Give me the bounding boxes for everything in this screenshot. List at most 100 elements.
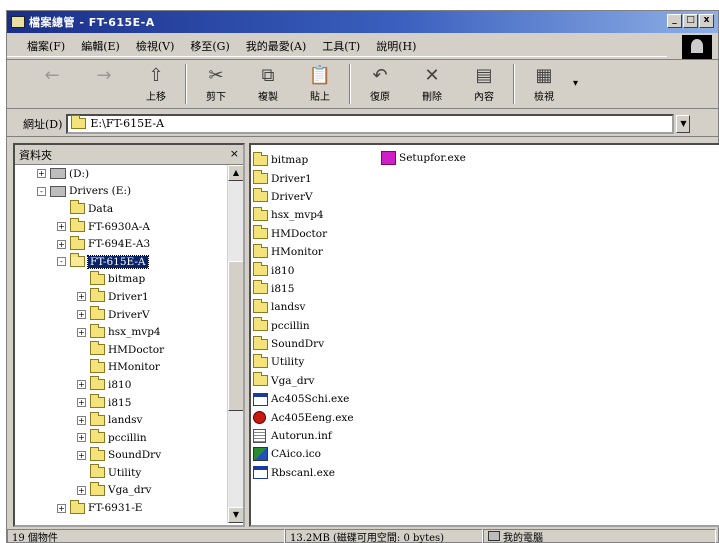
- expand-icon[interactable]: +: [57, 503, 66, 513]
- scroll-down-button[interactable]: ▼: [228, 507, 243, 523]
- list-item[interactable]: DriverV: [253, 188, 354, 206]
- back-button[interactable]: ←: [29, 64, 75, 102]
- maximize-button[interactable]: □: [683, 14, 698, 28]
- list-item[interactable]: i815: [253, 280, 354, 298]
- list-item[interactable]: Utility: [253, 353, 354, 371]
- title-bar[interactable]: 檔案總管 - FT-615E-A _ □ x: [7, 11, 718, 33]
- status-bar: 19 個物件 13.2MB (磁碟可用空間: 0 bytes) 我的電腦: [7, 528, 718, 543]
- tree-item-sounddrv[interactable]: + SoundDrv: [15, 446, 227, 465]
- expand-icon[interactable]: +: [77, 310, 86, 320]
- list-item[interactable]: Driver1: [253, 169, 354, 187]
- list-item[interactable]: Setupfor.exe: [381, 151, 466, 165]
- address-input[interactable]: E:\FT-615E-A: [66, 113, 675, 134]
- expand-icon[interactable]: +: [57, 222, 66, 232]
- tree-item-drivers-e[interactable]: - Drivers (E:): [15, 183, 227, 201]
- menu-favorites[interactable]: 我的最愛(A): [246, 38, 307, 54]
- copy-label: 複製: [258, 92, 278, 103]
- views-button[interactable]: ▦ 檢視: [521, 64, 567, 104]
- tree-item-ft-6931-e[interactable]: + FT-6931-E: [15, 499, 227, 517]
- folder-icon: [253, 243, 268, 258]
- minimize-button[interactable]: _: [667, 14, 682, 28]
- explorer-app-icon[interactable]: [11, 16, 25, 28]
- menu-help[interactable]: 說明(H): [376, 38, 416, 54]
- menu-go[interactable]: 移至(G): [190, 38, 229, 54]
- expand-icon[interactable]: +: [77, 433, 86, 443]
- expand-icon[interactable]: +: [77, 292, 86, 302]
- views-dropdown-icon[interactable]: ▾: [573, 78, 578, 89]
- list-item[interactable]: hsx_mvp4: [253, 206, 354, 224]
- address-dropdown-button[interactable]: ▼: [676, 114, 691, 133]
- close-panel-icon[interactable]: ×: [230, 147, 239, 160]
- collapse-icon[interactable]: -: [57, 257, 66, 267]
- collapse-icon[interactable]: -: [37, 186, 46, 196]
- list-item[interactable]: pccillin: [253, 317, 354, 335]
- list-item[interactable]: Ac405Schi.exe: [253, 390, 354, 408]
- toolbar-separator: [513, 64, 515, 104]
- tree-item-driverv[interactable]: + DriverV: [15, 306, 227, 324]
- list-item[interactable]: Ac405Eeng.exe: [253, 408, 354, 426]
- tree-item-hmdoctor[interactable]: HMDoctor: [15, 341, 227, 359]
- status-object-count: 19 個物件: [7, 528, 285, 543]
- cut-button[interactable]: ✂ 剪下: [193, 64, 239, 104]
- delete-button[interactable]: ✕ 刪除: [409, 64, 455, 104]
- tree-scrollbar[interactable]: ▲ ▼: [227, 165, 243, 523]
- expand-icon[interactable]: +: [77, 415, 86, 425]
- address-label: 網址(D): [23, 117, 63, 131]
- tree-item-hmonitor[interactable]: HMonitor: [15, 358, 227, 377]
- tree-item-landsv[interactable]: + landsv: [15, 411, 227, 429]
- scroll-thumb[interactable]: [228, 261, 243, 411]
- paste-label: 貼上: [310, 92, 330, 103]
- list-item[interactable]: HMDoctor: [253, 225, 354, 243]
- forward-arrow-icon: →: [96, 64, 112, 86]
- list-item[interactable]: SoundDrv: [253, 335, 354, 353]
- menu-file[interactable]: 檔案(F): [27, 38, 65, 54]
- tree-item-utility[interactable]: Utility: [15, 464, 227, 482]
- folder-icon: [253, 170, 268, 185]
- list-item[interactable]: Vga_drv: [253, 372, 354, 390]
- list-item[interactable]: landsv: [253, 298, 354, 316]
- undo-button[interactable]: ↶ 復原: [357, 64, 403, 104]
- list-item[interactable]: i810: [253, 261, 354, 279]
- tree-item-d-drive[interactable]: + (D:): [15, 165, 227, 183]
- expand-icon[interactable]: +: [77, 380, 86, 390]
- paste-button[interactable]: 📋 貼上: [297, 64, 343, 104]
- tree-item-ft-6930a-a[interactable]: + FT-6930A-A: [15, 218, 227, 236]
- expand-icon[interactable]: +: [77, 450, 86, 460]
- expand-icon[interactable]: +: [77, 327, 86, 337]
- list-item[interactable]: CAico.ico: [253, 445, 354, 463]
- list-item[interactable]: HMonitor: [253, 243, 354, 261]
- expand-icon[interactable]: +: [37, 169, 46, 179]
- list-item[interactable]: Rbscanl.exe: [253, 464, 354, 482]
- tree-item-i810[interactable]: + i810: [15, 376, 227, 394]
- expand-icon[interactable]: +: [57, 239, 66, 249]
- tree-item-bitmap[interactable]: bitmap: [15, 270, 227, 289]
- application-icon: [253, 392, 268, 406]
- menu-tools[interactable]: 工具(T): [322, 38, 360, 54]
- list-item[interactable]: bitmap: [253, 151, 354, 169]
- tree-item-ft-615e-a[interactable]: - FT-615E-A: [15, 253, 227, 271]
- tree-item-data[interactable]: Data: [15, 200, 227, 218]
- list-item[interactable]: Autorun.inf: [253, 427, 354, 445]
- delete-icon: ✕: [424, 64, 440, 86]
- tree-item-pccillin[interactable]: + pccillin: [15, 429, 227, 447]
- address-bar: 網址(D) E:\FT-615E-A ▼: [7, 111, 718, 137]
- windows-logo: [682, 35, 712, 59]
- menu-bar: 檔案(F) 編輯(E) 檢視(V) 移至(G) 我的最愛(A) 工具(T) 說明…: [7, 35, 667, 57]
- expand-icon[interactable]: +: [77, 485, 86, 495]
- tree-item-driver1[interactable]: + Driver1: [15, 288, 227, 306]
- views-label: 檢視: [534, 92, 554, 103]
- tree-item-hsx-mvp4[interactable]: + hsx_mvp4: [15, 323, 227, 341]
- properties-button[interactable]: ▤ 內容: [461, 64, 507, 104]
- tree-item-vga-drv[interactable]: + Vga_drv: [15, 481, 227, 500]
- tree-item-i815[interactable]: + i815: [15, 394, 227, 412]
- copy-button[interactable]: ⧉ 複製: [245, 64, 291, 104]
- close-button[interactable]: x: [699, 14, 714, 28]
- scroll-up-button[interactable]: ▲: [228, 165, 243, 181]
- menu-view[interactable]: 檢視(V): [136, 38, 175, 54]
- forward-button[interactable]: →: [81, 64, 127, 102]
- up-button[interactable]: ⇧ 上移: [133, 64, 179, 104]
- menu-edit[interactable]: 編輯(E): [81, 38, 120, 54]
- expand-icon[interactable]: +: [77, 398, 86, 408]
- up-folder-icon: ⇧: [148, 64, 164, 86]
- tree-item-ft-694e-a3[interactable]: + FT-694E-A3: [15, 235, 227, 253]
